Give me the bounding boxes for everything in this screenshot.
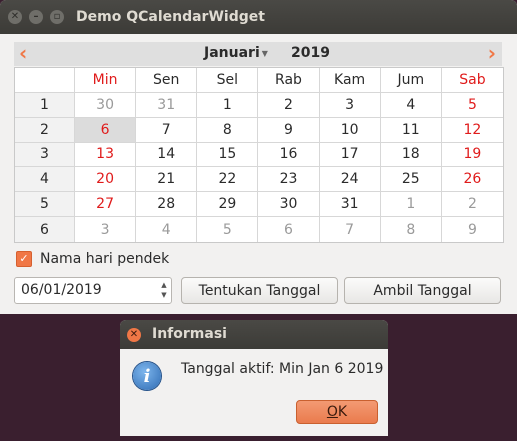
calendar-day[interactable]: 7	[320, 217, 381, 242]
close-dialog-icon[interactable]: ✕	[127, 328, 141, 342]
chevron-left-icon[interactable]: ‹	[19, 43, 27, 63]
dropdown-arrow-icon: ▼	[261, 48, 268, 58]
ok-rest: K	[337, 404, 348, 420]
window-title: Demo QCalendarWidget	[76, 9, 265, 25]
close-window-icon[interactable]: ✕	[8, 10, 22, 24]
date-edit-value: 06/01/2019	[21, 282, 102, 298]
short-names-label: Nama hari pendek	[40, 251, 170, 267]
spin-arrows-icon[interactable]: ▲ ▼	[159, 280, 169, 300]
calendar-day[interactable]: 23	[258, 167, 320, 193]
week-number-header	[15, 68, 75, 93]
day-header: Min	[75, 68, 137, 93]
calendar-day[interactable]: 27	[75, 192, 137, 218]
calendar-day[interactable]: 17	[319, 142, 381, 168]
dialog-title: Informasi	[152, 326, 227, 342]
day-header: Kam	[319, 68, 381, 93]
calendar-day[interactable]: 22	[197, 167, 259, 193]
calendar-day[interactable]: 6	[75, 117, 137, 143]
dialog-title-bar: ✕ Informasi	[120, 320, 388, 349]
month-selector[interactable]: Januari ▼	[204, 45, 268, 61]
calendar-day[interactable]: 15	[197, 142, 259, 168]
ok-mnemonic: O	[326, 404, 338, 420]
calendar-day[interactable]: 28	[136, 192, 198, 218]
calendar-day[interactable]: 4	[380, 92, 442, 118]
week-number: 6	[15, 217, 75, 242]
calendar-day[interactable]: 9	[442, 217, 503, 242]
day-header: Jum	[380, 68, 442, 93]
minimize-window-icon[interactable]: –	[29, 10, 43, 24]
month-label: Januari	[204, 45, 260, 61]
dialog-message: Tanggal aktif: Min Jan 6 2019	[181, 361, 384, 377]
day-header: Sen	[136, 68, 198, 93]
info-dialog: ✕ Informasi i Tanggal aktif: Min Jan 6 2…	[120, 320, 388, 436]
date-edit-field[interactable]: 06/01/2019 ▲ ▼	[14, 277, 172, 304]
calendar-day[interactable]: 30	[75, 92, 137, 118]
title-bar: ✕ – ▫ Demo QCalendarWidget	[0, 0, 517, 34]
calendar-day[interactable]: 24	[319, 167, 381, 193]
week-number: 4	[15, 167, 75, 193]
calendar-day[interactable]: 8	[197, 117, 259, 143]
calendar-day[interactable]: 31	[136, 92, 198, 118]
calendar-day[interactable]: 14	[136, 142, 198, 168]
short-names-checkbox[interactable]: ✓	[16, 251, 32, 267]
calendar-day[interactable]: 1	[197, 92, 259, 118]
ok-button[interactable]: OK	[296, 400, 378, 424]
calendar-day[interactable]: 5	[441, 93, 503, 118]
calendar-day[interactable]: 9	[258, 117, 320, 143]
day-header: Sel	[197, 68, 259, 93]
calendar-day[interactable]: 8	[381, 217, 442, 242]
calendar-day[interactable]: 3	[319, 92, 381, 118]
year-selector[interactable]: 2019	[291, 45, 330, 61]
calendar-day[interactable]: 2	[258, 92, 320, 118]
calendar-day[interactable]: 6	[258, 217, 320, 242]
calendar-day[interactable]: 30	[258, 192, 320, 218]
set-date-button[interactable]: Tentukan Tanggal	[181, 277, 338, 304]
calendar-navigation-bar: ‹ Januari ▼ 2019 ›	[14, 42, 502, 66]
get-date-button[interactable]: Ambil Tanggal	[344, 277, 501, 304]
calendar-day[interactable]: 16	[258, 142, 320, 168]
calendar-day[interactable]: 13	[75, 142, 137, 168]
calendar-day[interactable]: 1	[380, 192, 442, 218]
calendar-day[interactable]: 21	[136, 167, 198, 193]
calendar-day[interactable]: 11	[380, 117, 442, 143]
calendar-day[interactable]: 18	[380, 142, 442, 168]
calendar-day[interactable]: 10	[319, 117, 381, 143]
chevron-right-icon[interactable]: ›	[488, 43, 496, 63]
info-icon: i	[133, 362, 161, 390]
calendar-day[interactable]: 25	[380, 167, 442, 193]
calendar-day[interactable]: 3	[75, 217, 137, 242]
calendar-day[interactable]: 29	[197, 192, 259, 218]
day-header: Rab	[258, 68, 320, 93]
calendar-day[interactable]: 12	[441, 118, 503, 143]
calendar-grid: Min Sen Sel Rab Kam Jum Sab 1 30 31 1 2 3 4 5 2 6 7 8 9 10 11…	[14, 67, 504, 243]
week-number: 1	[15, 92, 75, 118]
calendar-day[interactable]: 20	[75, 167, 137, 193]
calendar-day[interactable]: 5	[197, 217, 259, 242]
calendar-day[interactable]: 31	[319, 192, 381, 218]
calendar-day[interactable]: 2	[441, 192, 503, 218]
calendar-day[interactable]: 26	[441, 167, 503, 193]
week-number: 2	[15, 117, 75, 143]
maximize-window-icon[interactable]: ▫	[50, 10, 64, 24]
week-number: 3	[15, 142, 75, 168]
main-window: ✕ – ▫ Demo QCalendarWidget ‹ Januari ▼ 20…	[0, 0, 517, 314]
day-header: Sab	[441, 68, 503, 93]
calendar-day[interactable]: 7	[136, 117, 198, 143]
week-number: 5	[15, 192, 75, 218]
calendar-day[interactable]: 4	[136, 217, 198, 242]
calendar-day[interactable]: 19	[441, 143, 503, 168]
